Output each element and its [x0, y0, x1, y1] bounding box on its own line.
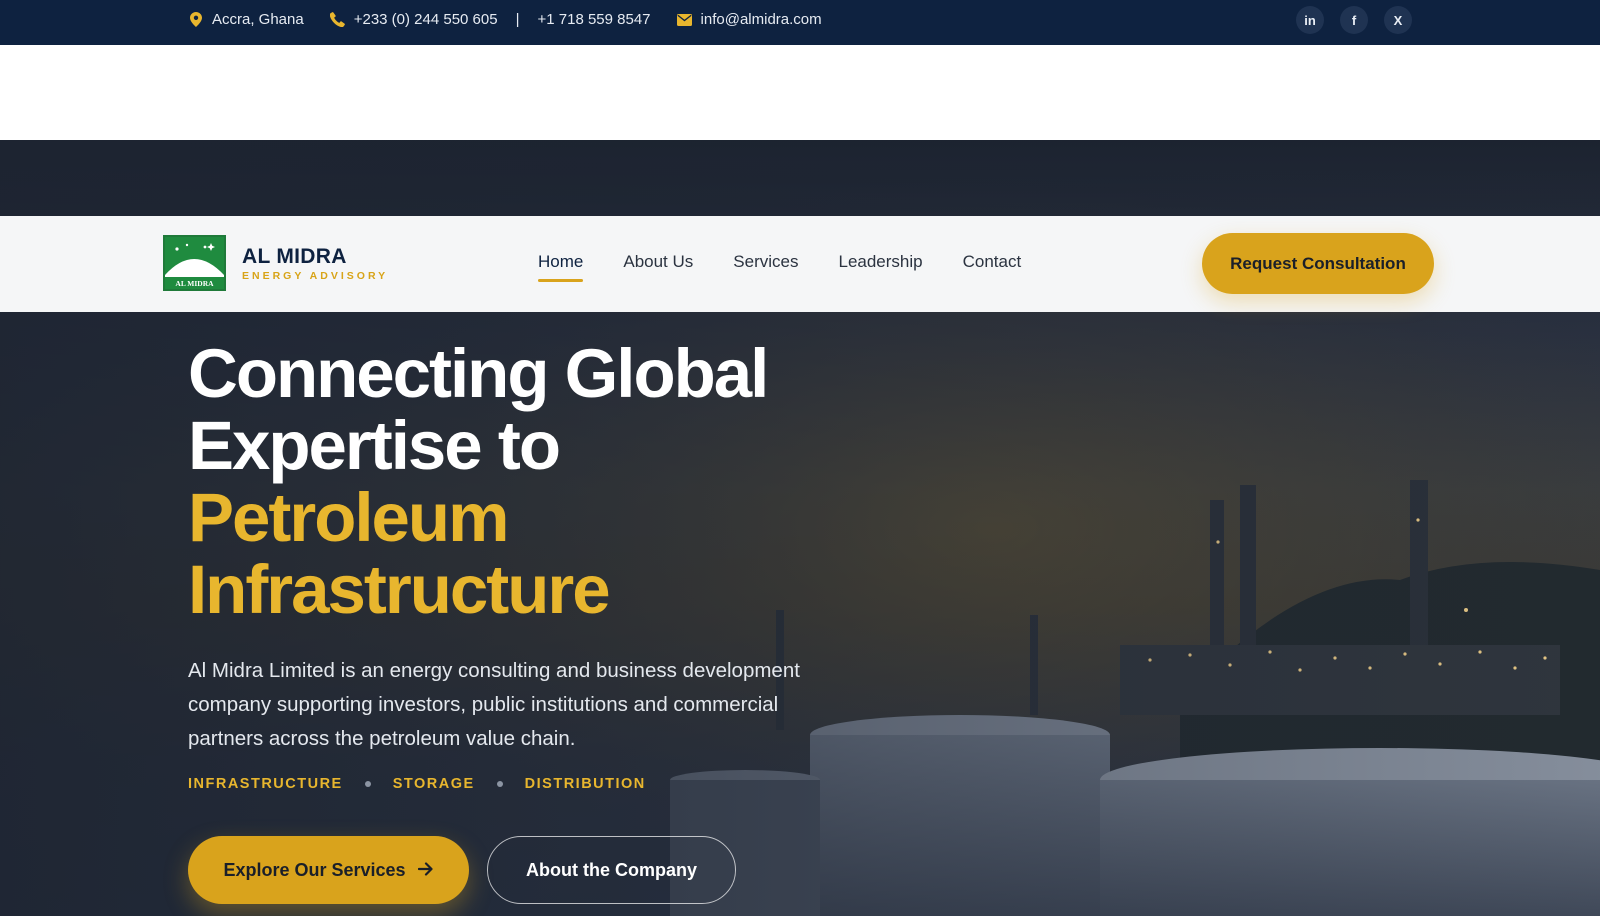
- arrow-right-icon: [417, 860, 434, 881]
- facebook-label: f: [1351, 12, 1357, 28]
- hero-description: Al Midra Limited is an energy consulting…: [188, 659, 800, 750]
- brand-tagline: ENERGY ADVISORY: [242, 269, 389, 282]
- nav-item-leadership[interactable]: Leadership: [838, 252, 922, 278]
- location-text: Accra, Ghana: [212, 11, 304, 28]
- social-links: in f X: [1296, 6, 1412, 34]
- brand-name: AL MIDRA: [242, 244, 347, 268]
- contact-info: Accra, Ghana +233 (0) 244 550 605 | +1 7…: [188, 0, 822, 39]
- tag-distribution: DISTRIBUTION: [524, 776, 646, 792]
- linkedin-icon[interactable]: in: [1296, 6, 1324, 34]
- brand-logo[interactable]: AL MIDRA AL MIDRA ENERGY ADVISORY: [163, 235, 388, 291]
- request-consultation-button[interactable]: Request Consultation: [1202, 233, 1434, 294]
- x-icon[interactable]: X: [1384, 6, 1412, 34]
- phone-separator: |: [515, 11, 520, 28]
- main-navigation: AL MIDRA AL MIDRA ENERGY ADVISORY Home A…: [0, 216, 1600, 312]
- facebook-icon[interactable]: f: [1340, 6, 1368, 34]
- logo-caption: AL MIDRA: [175, 279, 214, 288]
- nav-item-services[interactable]: Services: [733, 252, 798, 278]
- phone-secondary[interactable]: +1 718 559 8547: [538, 11, 651, 28]
- logo-emblem-icon: AL MIDRA: [163, 235, 226, 291]
- about-company-button[interactable]: About the Company: [487, 836, 736, 904]
- brand-wordmark: AL MIDRA ENERGY ADVISORY: [242, 245, 388, 282]
- envelope-icon: [677, 12, 693, 28]
- location-item: Accra, Ghana: [188, 11, 304, 28]
- phone-primary[interactable]: +233 (0) 244 550 605: [354, 11, 498, 28]
- nav-item-contact[interactable]: Contact: [963, 252, 1022, 278]
- email-item: info@almidra.com: [677, 11, 822, 28]
- headline-line-1: Connecting Global: [188, 335, 769, 412]
- explore-services-label: Explore Our Services: [223, 859, 406, 880]
- map-pin-icon: [188, 12, 204, 28]
- hero-tags: INFRASTRUCTURE STORAGE DISTRIBUTION: [188, 776, 646, 792]
- header-spacer: [0, 45, 1600, 140]
- headline-highlight-1: Petroleum: [188, 479, 509, 556]
- nav-item-about-us[interactable]: About Us: [623, 252, 693, 278]
- phone-item: +233 (0) 244 550 605 | +1 718 559 8547: [330, 11, 651, 28]
- tag-infrastructure: INFRASTRUCTURE: [188, 776, 343, 792]
- headline-highlight-2: Infrastructure: [188, 551, 611, 628]
- email-link[interactable]: info@almidra.com: [701, 11, 822, 28]
- x-label: X: [1393, 12, 1403, 28]
- top-contact-bar: Accra, Ghana +233 (0) 244 550 605 | +1 7…: [0, 0, 1600, 45]
- nav-menu: Home About Us Services Leadership Contac…: [538, 252, 1022, 282]
- headline-line-2: Expertise to: [188, 407, 561, 484]
- hero-headline: Connecting Global Expertise to Petroleum…: [188, 335, 769, 628]
- linkedin-label: in: [1304, 12, 1316, 28]
- nav-item-home[interactable]: Home: [538, 252, 584, 282]
- tag-separator-dot: [496, 781, 503, 787]
- explore-services-button[interactable]: Explore Our Services: [188, 836, 469, 904]
- tag-storage: STORAGE: [392, 776, 475, 792]
- phone-icon: [330, 12, 346, 28]
- tag-separator-dot: [364, 781, 371, 787]
